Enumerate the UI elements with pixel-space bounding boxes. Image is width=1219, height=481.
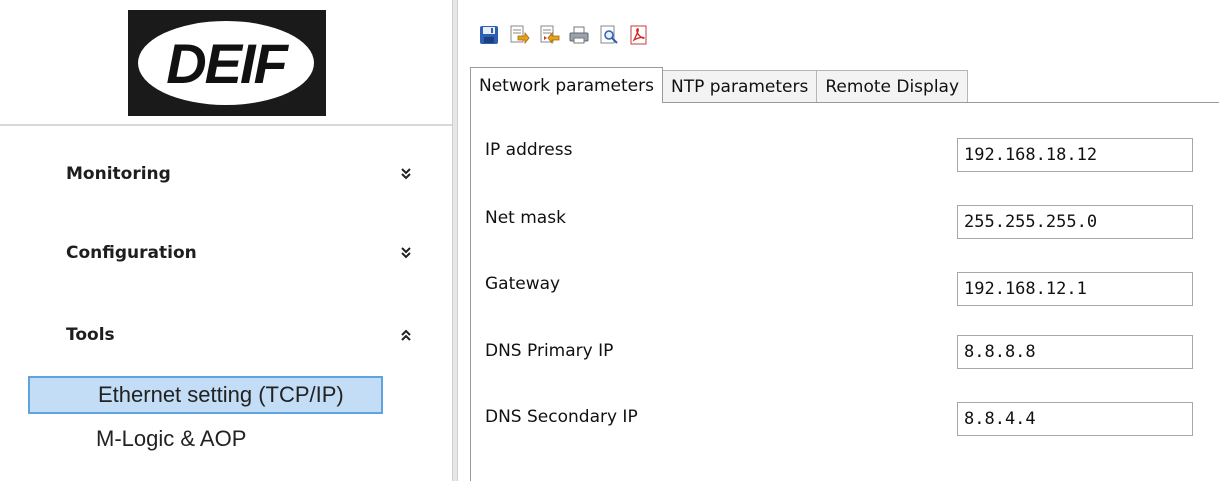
logo-text: DEIF bbox=[166, 31, 288, 95]
write-button[interactable] bbox=[506, 22, 532, 48]
pdf-export-button[interactable] bbox=[626, 22, 652, 48]
dns-primary-ip-input[interactable] bbox=[957, 335, 1193, 369]
double-chevron-down-icon[interactable] bbox=[400, 246, 412, 260]
menu-item-ethernet-setting[interactable]: Ethernet setting (TCP/IP) bbox=[28, 376, 383, 414]
section-monitoring-label: Monitoring bbox=[66, 164, 171, 184]
menu-item-mlogic-aop[interactable]: M-Logic & AOP bbox=[28, 420, 383, 458]
write-icon bbox=[510, 25, 530, 45]
ip-address-label: IP address bbox=[485, 140, 573, 160]
network-parameters-panel: IP address Net mask Gateway DNS Primary … bbox=[470, 103, 1219, 481]
print-icon bbox=[569, 26, 589, 44]
tab-network-parameters[interactable]: Network parameters bbox=[470, 67, 663, 103]
gateway-input[interactable] bbox=[957, 272, 1193, 306]
save-button[interactable] bbox=[476, 22, 502, 48]
pdf-export-icon bbox=[630, 25, 647, 45]
tab-remote-display[interactable]: Remote Display bbox=[816, 70, 969, 103]
double-chevron-down-icon[interactable] bbox=[400, 167, 412, 181]
print-button[interactable] bbox=[566, 22, 592, 48]
section-configuration-label: Configuration bbox=[66, 243, 197, 263]
ip-address-input[interactable] bbox=[957, 138, 1193, 172]
read-icon bbox=[540, 25, 560, 45]
print-preview-icon bbox=[600, 25, 618, 44]
sidebar: DEIF Monitoring Configuration Tools Ethe… bbox=[0, 0, 452, 481]
net-mask-label: Net mask bbox=[485, 208, 566, 228]
main-area: Network parameters NTP parameters Remote… bbox=[458, 0, 1219, 481]
section-tools-label: Tools bbox=[66, 325, 115, 345]
save-icon bbox=[480, 26, 498, 44]
sidebar-divider bbox=[0, 124, 452, 126]
deif-logo: DEIF bbox=[128, 10, 326, 116]
dns-primary-ip-label: DNS Primary IP bbox=[485, 341, 614, 361]
dns-secondary-ip-label: DNS Secondary IP bbox=[485, 407, 638, 427]
read-button[interactable] bbox=[536, 22, 562, 48]
section-tools[interactable]: Tools bbox=[66, 320, 412, 350]
double-chevron-up-icon[interactable] bbox=[400, 328, 412, 342]
gateway-label: Gateway bbox=[485, 274, 561, 294]
toolbar bbox=[476, 19, 652, 51]
tab-bar: Network parameters NTP parameters Remote… bbox=[470, 67, 969, 103]
print-preview-button[interactable] bbox=[596, 22, 622, 48]
section-configuration[interactable]: Configuration bbox=[66, 238, 412, 268]
logo-oval: DEIF bbox=[138, 21, 314, 105]
net-mask-input[interactable] bbox=[957, 205, 1193, 239]
section-monitoring[interactable]: Monitoring bbox=[66, 159, 412, 189]
dns-secondary-ip-input[interactable] bbox=[957, 402, 1193, 436]
tab-ntp-parameters[interactable]: NTP parameters bbox=[662, 70, 818, 103]
